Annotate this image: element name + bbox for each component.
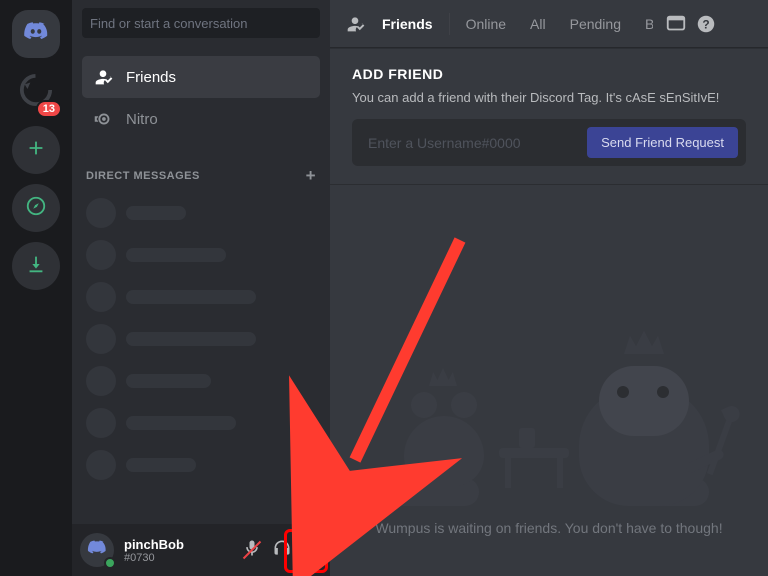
- discord-logo-icon: [23, 19, 49, 50]
- footer-icons: [242, 540, 322, 560]
- tab-friends[interactable]: Friends: [374, 12, 441, 36]
- app-root: 13 Find or start a conversation: [0, 0, 768, 576]
- tab-online[interactable]: Online: [458, 12, 514, 36]
- add-friend-row: Send Friend Request: [352, 119, 746, 166]
- channel-list: Friends Nitro: [72, 48, 330, 148]
- dm-section-header: DIRECT MESSAGES +: [72, 148, 330, 194]
- tab-pending[interactable]: Pending: [562, 12, 629, 36]
- server-explore[interactable]: [12, 184, 60, 232]
- help-button[interactable]: ?: [695, 13, 717, 35]
- status-online-icon: [104, 557, 116, 569]
- add-friend-heading: ADD FRIEND: [352, 66, 746, 82]
- server-rail: 13: [0, 0, 72, 576]
- channel-label: Friends: [126, 69, 176, 86]
- dm-search-row: Find or start a conversation: [72, 0, 330, 48]
- empty-state: Wumpus is waiting on friends. You don't …: [330, 185, 768, 576]
- server-download[interactable]: [12, 242, 60, 290]
- friend-wave-icon: [344, 13, 366, 35]
- list-item: [86, 240, 316, 270]
- dm-skeleton: [72, 194, 330, 484]
- user-meta[interactable]: pinchBob #0730: [124, 537, 184, 564]
- svg-text:?: ?: [702, 17, 709, 31]
- add-friend-panel: ADD FRIEND You can add a friend with the…: [330, 48, 768, 185]
- list-item: [86, 450, 316, 480]
- tab-blocked[interactable]: B: [637, 12, 653, 36]
- channels-column: Find or start a conversation Friends Nit…: [72, 0, 330, 576]
- user-footer: pinchBob #0730: [72, 524, 330, 576]
- server-add[interactable]: [12, 126, 60, 174]
- channel-friends[interactable]: Friends: [82, 56, 320, 98]
- empty-caption: Wumpus is waiting on friends. You don't …: [375, 520, 722, 536]
- server-home[interactable]: [12, 10, 60, 58]
- send-friend-request-button[interactable]: Send Friend Request: [587, 127, 738, 158]
- divider: [449, 13, 450, 35]
- mute-mic-button[interactable]: [242, 540, 262, 560]
- deafen-button[interactable]: [272, 540, 292, 560]
- list-item: [86, 366, 316, 396]
- download-icon: [25, 253, 47, 280]
- add-friend-input[interactable]: [360, 129, 587, 157]
- plus-icon: [25, 137, 47, 164]
- update-badge: 13: [36, 100, 62, 118]
- main-column: Friends Online All Pending B ? ADD FRIEN…: [330, 0, 768, 576]
- avatar[interactable]: [80, 533, 114, 567]
- nitro-icon: [92, 108, 114, 130]
- wumpus-illustration: [379, 316, 719, 506]
- dm-section-title: DIRECT MESSAGES: [86, 170, 200, 182]
- list-item: [86, 408, 316, 438]
- headphones-icon: [272, 538, 292, 563]
- tab-all[interactable]: All: [522, 12, 554, 36]
- server-update[interactable]: 13: [12, 68, 60, 116]
- list-item: [86, 324, 316, 354]
- add-friend-subtext: You can add a friend with their Discord …: [352, 90, 746, 105]
- inbox-button[interactable]: [665, 13, 687, 35]
- microphone-icon: [242, 538, 262, 563]
- list-item: [86, 198, 316, 228]
- user-name: pinchBob: [124, 537, 184, 552]
- channel-nitro[interactable]: Nitro: [82, 98, 320, 140]
- dm-add-button[interactable]: +: [306, 166, 316, 186]
- settings-button[interactable]: [302, 540, 322, 560]
- user-discriminator: #0730: [124, 552, 184, 564]
- top-bar: Friends Online All Pending B ?: [330, 0, 768, 48]
- list-item: [86, 282, 316, 312]
- channel-label: Nitro: [126, 111, 158, 128]
- dm-search-input[interactable]: Find or start a conversation: [82, 8, 320, 38]
- friend-wave-icon: [92, 66, 114, 88]
- gear-icon: [302, 538, 322, 563]
- compass-icon: [25, 195, 47, 222]
